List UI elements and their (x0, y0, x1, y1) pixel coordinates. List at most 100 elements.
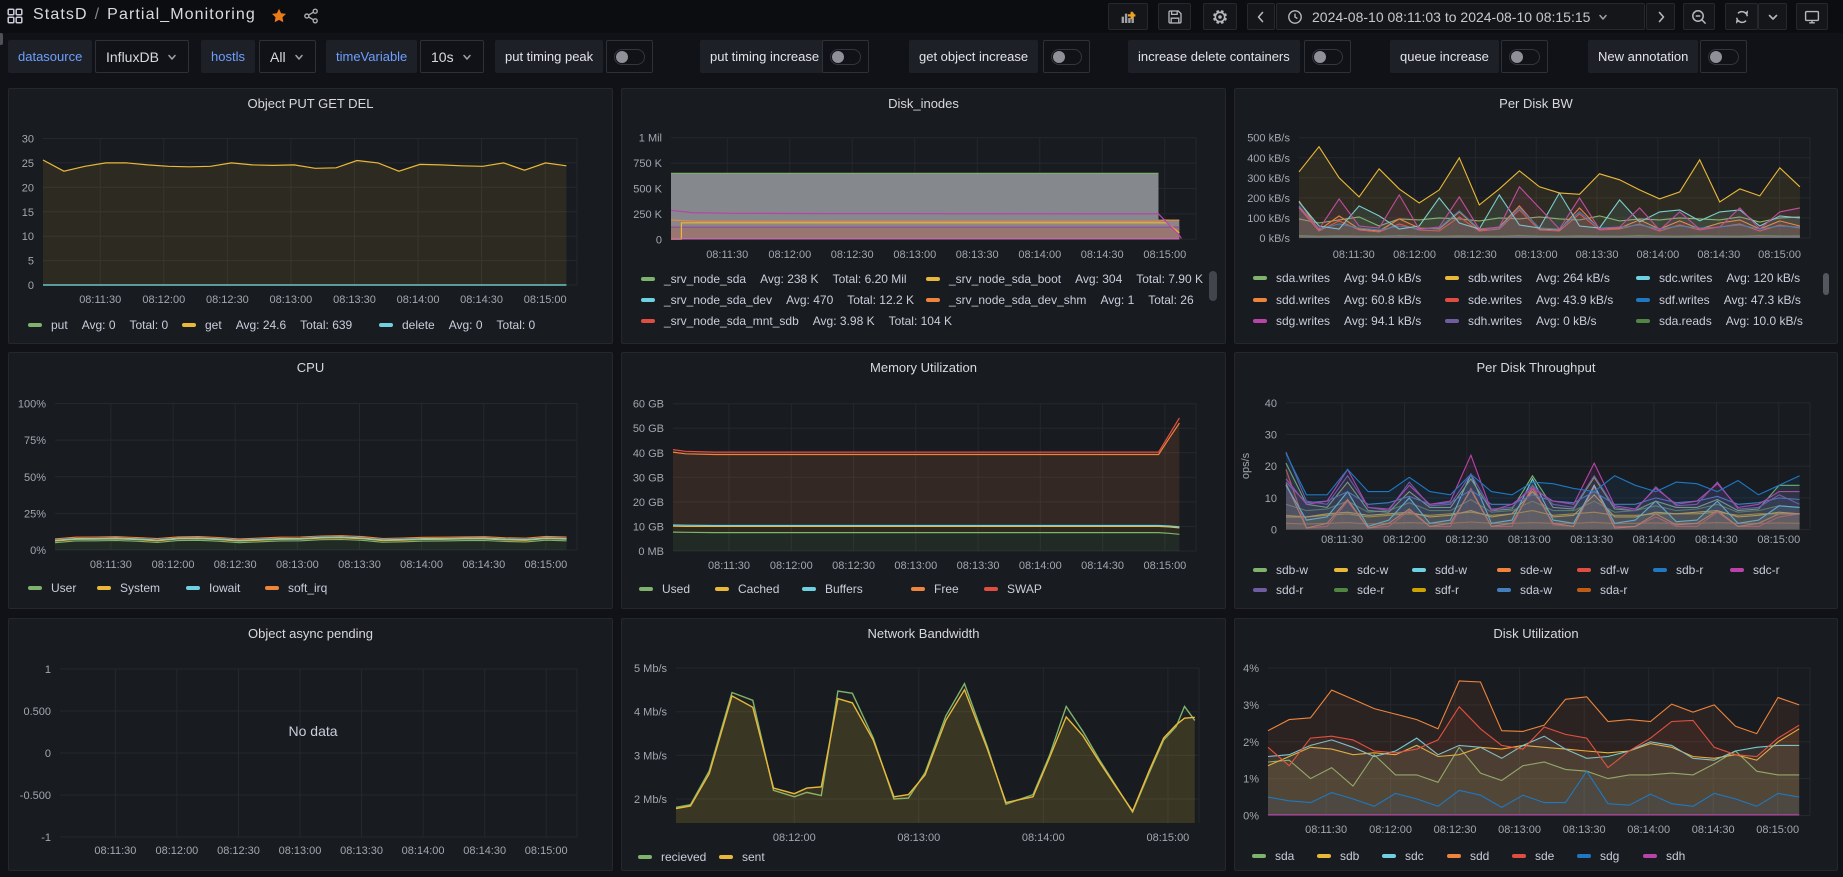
svg-text:08:12:00: 08:12:00 (770, 560, 813, 572)
svg-text:250 K: 250 K (633, 209, 662, 221)
svg-text:0: 0 (45, 748, 51, 760)
svg-text:25: 25 (22, 158, 34, 170)
svg-text:300 kB/s: 300 kB/s (1247, 173, 1290, 185)
svg-text:08:12:30: 08:12:30 (1454, 249, 1497, 261)
svg-text:400 kB/s: 400 kB/s (1247, 153, 1290, 165)
svg-text:10: 10 (22, 231, 34, 243)
svg-text:08:12:30: 08:12:30 (217, 845, 260, 857)
svg-text:08:13:30: 08:13:30 (333, 294, 376, 306)
svg-text:08:14:30: 08:14:30 (462, 559, 505, 571)
svg-text:08:14:00: 08:14:00 (1636, 249, 1679, 261)
svg-text:5: 5 (28, 256, 34, 268)
svg-text:08:15:00: 08:15:00 (1143, 249, 1186, 261)
svg-text:08:14:30: 08:14:30 (1697, 249, 1740, 261)
svg-text:08:11:30: 08:11:30 (1321, 534, 1363, 546)
svg-text:08:12:00: 08:12:00 (1369, 824, 1412, 836)
svg-text:0: 0 (656, 234, 662, 246)
svg-text:08:14:30: 08:14:30 (1695, 534, 1738, 546)
svg-text:08:12:00: 08:12:00 (152, 559, 195, 571)
svg-text:0%: 0% (30, 545, 46, 557)
svg-text:3%: 3% (1243, 700, 1259, 712)
svg-text:08:11:30: 08:11:30 (706, 249, 748, 261)
svg-text:3 Mb/s: 3 Mb/s (634, 750, 668, 762)
svg-text:1%: 1% (1243, 774, 1259, 786)
svg-text:08:13:30: 08:13:30 (340, 845, 383, 857)
svg-text:08:13:30: 08:13:30 (1563, 824, 1606, 836)
svg-text:08:12:00: 08:12:00 (1383, 534, 1426, 546)
svg-text:-1: -1 (41, 832, 51, 844)
svg-text:1 Mil: 1 Mil (639, 133, 662, 145)
svg-text:08:12:30: 08:12:30 (1445, 534, 1488, 546)
svg-text:2%: 2% (1243, 737, 1259, 749)
svg-text:08:14:00: 08:14:00 (1627, 824, 1670, 836)
svg-text:0 MB: 0 MB (638, 546, 664, 558)
svg-text:750 K: 750 K (633, 158, 662, 170)
svg-text:08:13:00: 08:13:00 (269, 294, 312, 306)
svg-text:08:12:00: 08:12:00 (155, 845, 198, 857)
svg-text:08:12:30: 08:12:30 (214, 559, 257, 571)
svg-text:08:15:00: 08:15:00 (525, 845, 568, 857)
svg-text:0: 0 (1271, 525, 1277, 537)
svg-text:50%: 50% (24, 472, 46, 484)
svg-text:500 kB/s: 500 kB/s (1247, 133, 1290, 145)
svg-text:200 kB/s: 200 kB/s (1247, 193, 1290, 205)
svg-text:08:15:00: 08:15:00 (524, 294, 567, 306)
svg-text:10 GB: 10 GB (633, 521, 664, 533)
svg-text:08:14:00: 08:14:00 (1022, 832, 1065, 844)
svg-text:20 GB: 20 GB (633, 497, 664, 509)
svg-text:08:11:30: 08:11:30 (1305, 824, 1347, 836)
svg-text:0%: 0% (1243, 811, 1259, 823)
svg-text:08:13:00: 08:13:00 (1498, 824, 1541, 836)
svg-text:500 K: 500 K (633, 184, 662, 196)
svg-text:08:13:00: 08:13:00 (894, 560, 937, 572)
svg-text:08:11:30: 08:11:30 (79, 294, 121, 306)
svg-text:08:13:00: 08:13:00 (1508, 534, 1551, 546)
svg-text:08:13:30: 08:13:30 (957, 560, 1000, 572)
svg-text:08:13:30: 08:13:30 (956, 249, 999, 261)
svg-text:75%: 75% (24, 435, 46, 447)
svg-text:08:14:30: 08:14:30 (1081, 560, 1124, 572)
svg-text:08:11:30: 08:11:30 (1333, 249, 1375, 261)
svg-text:08:12:30: 08:12:30 (1434, 824, 1477, 836)
svg-text:08:13:30: 08:13:30 (1570, 534, 1613, 546)
svg-text:08:15:00: 08:15:00 (1758, 249, 1801, 261)
svg-text:08:12:00: 08:12:00 (1393, 249, 1436, 261)
svg-text:08:13:00: 08:13:00 (279, 845, 322, 857)
svg-text:30: 30 (22, 134, 34, 146)
svg-text:4 Mb/s: 4 Mb/s (634, 707, 668, 719)
svg-text:08:12:00: 08:12:00 (773, 832, 816, 844)
svg-text:08:14:00: 08:14:00 (1633, 534, 1676, 546)
svg-text:4%: 4% (1243, 663, 1259, 675)
svg-text:08:14:30: 08:14:30 (1692, 824, 1735, 836)
svg-text:100%: 100% (18, 399, 46, 411)
svg-text:08:14:00: 08:14:00 (402, 845, 445, 857)
svg-text:30 GB: 30 GB (633, 472, 664, 484)
svg-text:08:14:00: 08:14:00 (397, 294, 440, 306)
svg-text:08:15:00: 08:15:00 (524, 559, 567, 571)
svg-text:08:12:30: 08:12:30 (206, 294, 249, 306)
svg-text:08:12:00: 08:12:00 (142, 294, 185, 306)
svg-text:25%: 25% (24, 508, 46, 520)
svg-text:08:14:00: 08:14:00 (1019, 560, 1062, 572)
svg-text:08:13:00: 08:13:00 (1515, 249, 1558, 261)
svg-text:40: 40 (1265, 398, 1277, 410)
svg-text:08:15:00: 08:15:00 (1756, 824, 1799, 836)
svg-text:08:15:00: 08:15:00 (1757, 534, 1800, 546)
svg-text:08:13:00: 08:13:00 (276, 559, 319, 571)
svg-text:15: 15 (22, 207, 34, 219)
svg-text:-0.500: -0.500 (20, 790, 51, 802)
svg-text:5 Mb/s: 5 Mb/s (634, 663, 668, 675)
svg-text:0: 0 (28, 280, 34, 292)
svg-text:60 GB: 60 GB (633, 399, 664, 411)
svg-text:50 GB: 50 GB (633, 423, 664, 435)
svg-text:10: 10 (1265, 493, 1277, 505)
svg-text:08:11:30: 08:11:30 (708, 560, 750, 572)
svg-text:08:12:30: 08:12:30 (832, 560, 875, 572)
svg-text:08:14:00: 08:14:00 (1018, 249, 1061, 261)
svg-text:08:13:30: 08:13:30 (338, 559, 381, 571)
svg-text:08:12:00: 08:12:00 (768, 249, 811, 261)
svg-text:0.500: 0.500 (23, 706, 51, 718)
svg-text:20: 20 (1265, 461, 1277, 473)
svg-text:08:14:00: 08:14:00 (400, 559, 443, 571)
svg-text:08:14:30: 08:14:30 (1081, 249, 1124, 261)
